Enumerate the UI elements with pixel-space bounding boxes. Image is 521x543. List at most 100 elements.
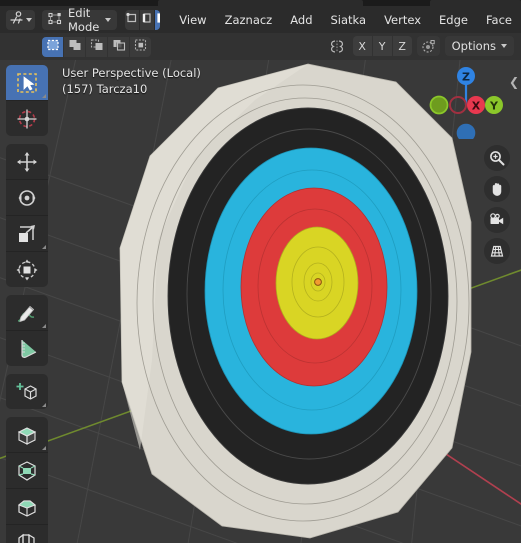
- select-box-button[interactable]: [42, 36, 64, 57]
- extrude-region-tool-button[interactable]: [6, 417, 48, 453]
- blender-window: Edit Mode View Zaznacz Add Siatka Vertex…: [0, 0, 521, 543]
- mirror-axis-group: X Y Z: [352, 36, 412, 56]
- edge-select-icon: [140, 10, 154, 29]
- menu-view[interactable]: View: [170, 11, 215, 29]
- magnifier-plus-icon: [490, 151, 505, 166]
- select-extend-button[interactable]: [64, 36, 86, 57]
- select-subtract-button[interactable]: [86, 36, 108, 57]
- rotate-tool-button[interactable]: [6, 180, 48, 216]
- object-origin-dot: [314, 278, 322, 286]
- menu-select[interactable]: Zaznacz: [216, 11, 282, 29]
- inset-faces-icon: [18, 460, 36, 481]
- annotate-pencil-icon: [17, 305, 35, 322]
- options-label: Options: [451, 39, 496, 53]
- cursor-select-icon: [17, 72, 37, 93]
- menu-edge[interactable]: Edge: [430, 11, 477, 29]
- toolbar-group-annotate: [6, 295, 48, 366]
- viewport-toolbar: [6, 65, 48, 543]
- tool-submenu-corner: [42, 446, 46, 450]
- pan-button[interactable]: [484, 176, 510, 202]
- transform-tool-button[interactable]: [6, 252, 48, 287]
- tool-submenu-corner: [42, 94, 46, 98]
- vertex-select-button[interactable]: [125, 9, 141, 30]
- menu-vertex[interactable]: Vertex: [375, 11, 430, 29]
- mirror-axis-x[interactable]: X: [352, 36, 373, 56]
- cursor-tool-button[interactable]: [6, 101, 48, 136]
- select-tool-group: [42, 36, 151, 57]
- bevel-tool-button[interactable]: [6, 489, 48, 525]
- select-intersect-icon: [134, 37, 148, 56]
- vertex-select-icon: [125, 10, 139, 29]
- select-extend-icon: [68, 37, 82, 56]
- edit-mode-icon: [48, 12, 62, 28]
- menu-face[interactable]: Face: [477, 11, 521, 29]
- gizmo-axis-neg-z: [456, 123, 476, 143]
- grid-perspective-icon: [490, 245, 504, 257]
- inset-faces-tool-button[interactable]: [6, 453, 48, 489]
- face-select-button[interactable]: [155, 9, 161, 30]
- gizmo-axis-x-label: X: [472, 100, 481, 113]
- proportional-editing-icon: [422, 39, 435, 53]
- move-icon: [17, 151, 37, 172]
- select-invert-icon: [112, 37, 126, 56]
- toggle-orthographic-button[interactable]: [484, 238, 510, 264]
- rotate-icon: [18, 189, 36, 206]
- camera-icon: [490, 213, 504, 225]
- camera-view-button[interactable]: [484, 207, 510, 233]
- transform-icon: [16, 259, 38, 280]
- edge-select-button[interactable]: [140, 9, 156, 30]
- mode-dropdown[interactable]: Edit Mode: [42, 6, 118, 34]
- scale-tool-button[interactable]: [6, 216, 48, 252]
- toolbar-group-mesh-edit: [6, 417, 48, 543]
- menu-bar: View Zaznacz Add Siatka Vertex Edge Face: [170, 11, 521, 29]
- hand-icon: [492, 183, 502, 196]
- select-mode-group: [125, 9, 161, 30]
- toolbar-group-transform: [6, 144, 48, 287]
- tool-submenu-corner: [42, 245, 46, 249]
- chevron-left-icon[interactable]: ❮: [509, 76, 519, 88]
- tool-submenu-corner: [42, 324, 46, 328]
- 3d-cursor-icon: [17, 109, 37, 128]
- zoom-button[interactable]: [484, 145, 510, 171]
- select-intersect-button[interactable]: [130, 36, 151, 57]
- mirror-icon[interactable]: [326, 36, 348, 56]
- tweak-tool-button[interactable]: [6, 65, 48, 101]
- menu-mesh[interactable]: Siatka: [322, 11, 376, 29]
- mirror-axis-z[interactable]: Z: [392, 36, 412, 56]
- navigation-gizmo[interactable]: Z X Y: [429, 65, 503, 143]
- annotate-tool-button[interactable]: [6, 295, 48, 331]
- viewport-nav-buttons: [484, 145, 510, 264]
- menu-add[interactable]: Add: [281, 11, 321, 29]
- measure-ruler-icon: [21, 339, 37, 358]
- 3d-viewport[interactable]: User Perspective (Local) (157) Tarcza10: [0, 60, 521, 543]
- toolbar-group-add: [6, 374, 48, 409]
- tool-settings-right: X Y Z Options: [326, 36, 514, 56]
- options-dropdown[interactable]: Options: [444, 36, 514, 56]
- chevron-down-icon: [105, 17, 112, 22]
- select-subtract-icon: [90, 37, 104, 56]
- loop-cut-tool-button[interactable]: [6, 525, 48, 543]
- mode-label: Edit Mode: [68, 5, 100, 34]
- loop-cut-icon: [18, 533, 35, 543]
- chevron-down-icon: [501, 44, 507, 48]
- tool-settings-header: X Y Z Options: [0, 33, 521, 60]
- chevron-down-icon: [26, 17, 32, 22]
- select-box-icon: [46, 37, 60, 56]
- viewport-header: Edit Mode View Zaznacz Add Siatka Vertex…: [0, 6, 521, 34]
- mirror-axis-y[interactable]: Y: [372, 36, 393, 56]
- scale-icon: [19, 224, 35, 242]
- move-tool-button[interactable]: [6, 144, 48, 180]
- gizmo-axis-y-label: Y: [489, 100, 499, 113]
- gizmo-axis-z-label: Z: [462, 71, 470, 84]
- archery-target-object: [119, 63, 472, 539]
- proportional-editing-button[interactable]: [416, 36, 440, 56]
- select-invert-button[interactable]: [108, 36, 130, 57]
- tool-submenu-corner: [42, 403, 46, 407]
- extrude-region-icon: [17, 426, 37, 445]
- add-cube-tool-button[interactable]: [6, 374, 48, 409]
- add-cube-icon: [16, 382, 37, 400]
- bevel-icon: [17, 499, 37, 517]
- editor-type-button[interactable]: [6, 9, 35, 30]
- gizmo-axis-neg-x: [449, 96, 467, 114]
- measure-tool-button[interactable]: [6, 331, 48, 366]
